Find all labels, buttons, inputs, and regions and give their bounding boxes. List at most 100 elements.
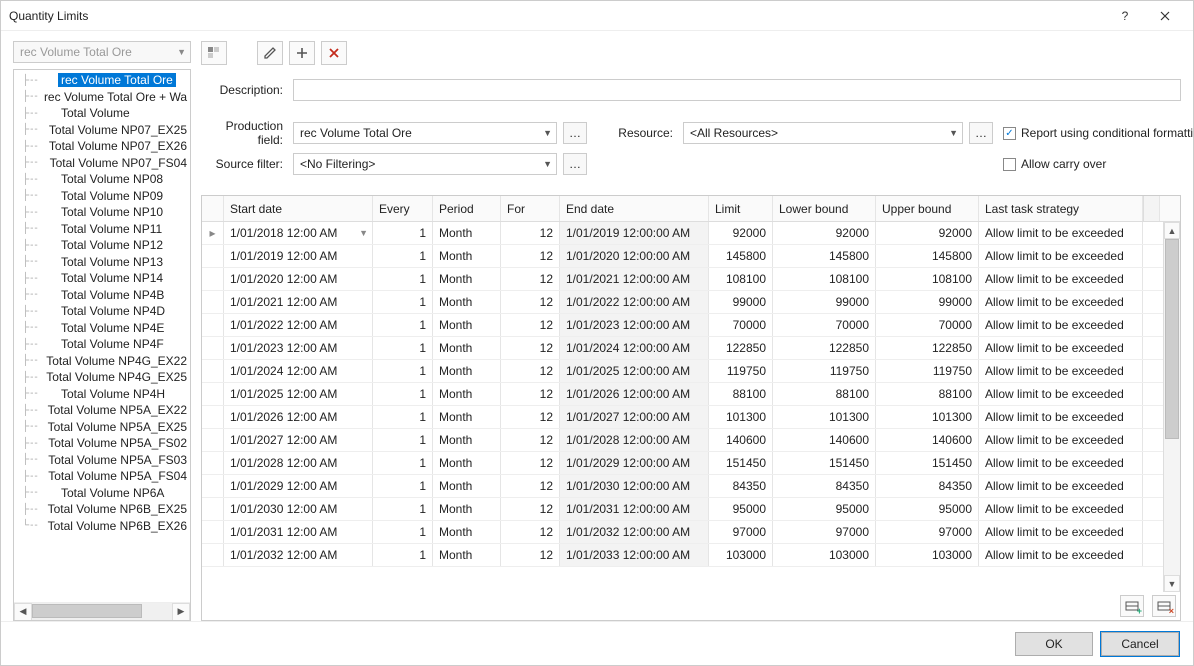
cell[interactable]: 1 — [373, 383, 433, 405]
cell[interactable]: 1/01/2027 12:00:00 AM — [560, 406, 709, 428]
cell[interactable]: 70000 — [773, 314, 876, 336]
cell[interactable]: 92000 — [709, 222, 773, 244]
cell[interactable] — [202, 452, 224, 474]
tree-item[interactable]: Total Volume NP5A_FS04 — [14, 468, 190, 485]
cell[interactable]: 140600 — [709, 429, 773, 451]
cell[interactable]: 1/01/2030 12:00 AM — [224, 498, 373, 520]
help-button[interactable]: ? — [1105, 1, 1145, 31]
cell[interactable]: 99000 — [773, 291, 876, 313]
scroll-track[interactable] — [32, 603, 172, 621]
cell[interactable]: 95000 — [876, 498, 979, 520]
cell[interactable]: Allow limit to be exceeded — [979, 475, 1143, 497]
limit-selector-combo[interactable]: rec Volume Total Ore ▼ — [13, 41, 191, 63]
ok-button[interactable]: OK — [1015, 632, 1093, 656]
cell[interactable]: 1/01/2024 12:00 AM — [224, 360, 373, 382]
cancel-button[interactable]: Cancel — [1101, 632, 1179, 656]
cell[interactable]: Allow limit to be exceeded — [979, 452, 1143, 474]
cell[interactable]: 103000 — [876, 544, 979, 566]
cell[interactable]: 12 — [501, 521, 560, 543]
cell[interactable]: Month — [433, 337, 501, 359]
tree-item[interactable]: Total Volume NP13 — [14, 254, 190, 271]
cell[interactable]: 1/01/2026 12:00 AM — [224, 406, 373, 428]
cell[interactable]: Month — [433, 222, 501, 244]
indicator-header[interactable] — [202, 196, 224, 221]
cell[interactable] — [202, 521, 224, 543]
cell[interactable] — [202, 360, 224, 382]
cell[interactable]: 1/01/2032 12:00 AM — [224, 544, 373, 566]
cell[interactable]: 92000 — [773, 222, 876, 244]
cell[interactable]: 1/01/2029 12:00:00 AM — [560, 452, 709, 474]
tree-item[interactable]: Total Volume NP6B_EX26 — [14, 518, 190, 535]
cell[interactable]: 12 — [501, 383, 560, 405]
cell[interactable]: Month — [433, 544, 501, 566]
cell[interactable]: 1/01/2024 12:00:00 AM — [560, 337, 709, 359]
cell[interactable]: 1/01/2021 12:00:00 AM — [560, 268, 709, 290]
cell[interactable]: 1/01/2026 12:00:00 AM — [560, 383, 709, 405]
remove-row-button[interactable]: × — [1152, 595, 1176, 617]
cell[interactable]: 1/01/2023 12:00:00 AM — [560, 314, 709, 336]
delete-button[interactable] — [321, 41, 347, 65]
cell[interactable]: 1 — [373, 521, 433, 543]
cell[interactable]: 108100 — [773, 268, 876, 290]
cell[interactable]: 95000 — [773, 498, 876, 520]
table-row[interactable]: 1/01/2032 12:00 AM1Month121/01/2033 12:0… — [202, 544, 1180, 567]
source-filter-browse-button[interactable]: … — [563, 153, 587, 175]
cell[interactable] — [202, 245, 224, 267]
cell[interactable]: 101300 — [876, 406, 979, 428]
cell[interactable]: Allow limit to be exceeded — [979, 498, 1143, 520]
cell[interactable]: Month — [433, 452, 501, 474]
cell[interactable]: 103000 — [709, 544, 773, 566]
cell[interactable]: 1/01/2032 12:00:00 AM — [560, 521, 709, 543]
cell[interactable]: 1/01/2031 12:00 AM — [224, 521, 373, 543]
col-every[interactable]: Every — [373, 196, 433, 221]
cell[interactable]: 1/01/2019 12:00 AM — [224, 245, 373, 267]
cell[interactable]: 108100 — [876, 268, 979, 290]
table-row[interactable]: 1/01/2024 12:00 AM1Month121/01/2025 12:0… — [202, 360, 1180, 383]
cell[interactable]: 88100 — [709, 383, 773, 405]
tree-item[interactable]: Total Volume NP4D — [14, 303, 190, 320]
cell[interactable]: 70000 — [876, 314, 979, 336]
cell[interactable]: 1 — [373, 452, 433, 474]
cell[interactable]: Month — [433, 360, 501, 382]
cell[interactable]: Month — [433, 498, 501, 520]
tree-item[interactable]: Total Volume NP11 — [14, 221, 190, 238]
cell[interactable]: Month — [433, 429, 501, 451]
cell[interactable]: 151450 — [709, 452, 773, 474]
table-row[interactable]: 1/01/2030 12:00 AM1Month121/01/2031 12:0… — [202, 498, 1180, 521]
table-row[interactable]: 1/01/2022 12:00 AM1Month121/01/2023 12:0… — [202, 314, 1180, 337]
cell[interactable]: Month — [433, 291, 501, 313]
tree-item[interactable]: Total Volume NP4G_EX25 — [14, 369, 190, 386]
cell[interactable]: Allow limit to be exceeded — [979, 268, 1143, 290]
tree-item[interactable]: Total Volume NP4F — [14, 336, 190, 353]
cell[interactable]: 12 — [501, 429, 560, 451]
cell[interactable]: 95000 — [709, 498, 773, 520]
cell[interactable]: 84350 — [773, 475, 876, 497]
cell[interactable]: 145800 — [709, 245, 773, 267]
scroll-track[interactable] — [1164, 239, 1180, 575]
cell[interactable]: Allow limit to be exceeded — [979, 383, 1143, 405]
cell[interactable]: Allow limit to be exceeded — [979, 337, 1143, 359]
cell[interactable]: 1/01/2022 12:00:00 AM — [560, 291, 709, 313]
cell[interactable]: 12 — [501, 222, 560, 244]
cell[interactable]: Allow limit to be exceeded — [979, 544, 1143, 566]
col-upper-bound[interactable]: Upper bound — [876, 196, 979, 221]
cell[interactable]: 151450 — [876, 452, 979, 474]
cell[interactable] — [202, 475, 224, 497]
cell[interactable]: 88100 — [876, 383, 979, 405]
cell[interactable] — [202, 498, 224, 520]
cell[interactable]: 119750 — [876, 360, 979, 382]
tree-item[interactable]: Total Volume NP07_FS04 — [14, 155, 190, 172]
cell[interactable]: 1/01/2031 12:00:00 AM — [560, 498, 709, 520]
scroll-down-button[interactable]: ▼ — [1164, 575, 1180, 592]
table-row[interactable]: 1/01/2020 12:00 AM1Month121/01/2021 12:0… — [202, 268, 1180, 291]
table-row[interactable]: 1/01/2019 12:00 AM1Month121/01/2020 12:0… — [202, 245, 1180, 268]
cell[interactable]: Month — [433, 475, 501, 497]
cell[interactable]: 97000 — [709, 521, 773, 543]
cell[interactable]: 1 — [373, 475, 433, 497]
cell[interactable]: 1 — [373, 429, 433, 451]
cell[interactable]: 1 — [373, 268, 433, 290]
edit-button[interactable] — [257, 41, 283, 65]
cell[interactable]: 1/01/2021 12:00 AM — [224, 291, 373, 313]
cell[interactable]: 101300 — [773, 406, 876, 428]
cell[interactable]: 70000 — [709, 314, 773, 336]
